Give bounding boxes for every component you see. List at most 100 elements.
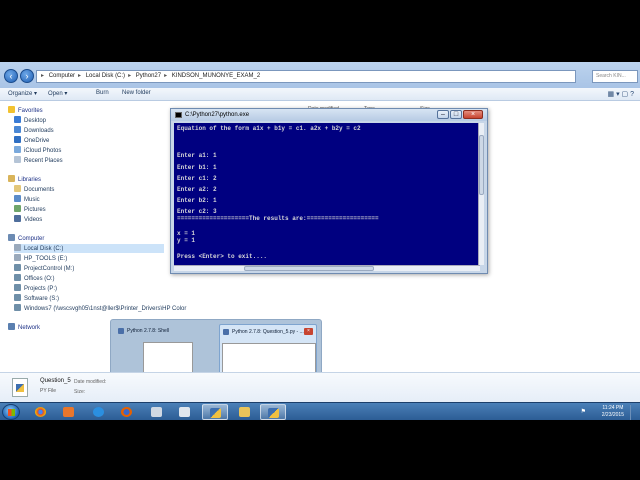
network-drive-icon (14, 304, 21, 311)
thumbnail-title: Python 2.7.8: Shell (127, 328, 169, 334)
console-line: Enter c1: 2 (177, 175, 217, 182)
burn-button[interactable]: Burn (96, 90, 109, 96)
taskbar-chrome[interactable] (28, 404, 54, 420)
nav-label: OneDrive (24, 138, 50, 144)
taskbar-internet-explorer[interactable] (86, 404, 112, 420)
nav-item-software[interactable]: Software (S:) (14, 294, 59, 303)
nav-libraries[interactable]: Libraries (8, 175, 41, 184)
nav-item-music[interactable]: Music (14, 195, 40, 204)
network-drive-icon (14, 294, 21, 301)
taskbar-python-console[interactable] (260, 404, 286, 420)
nav-label: Projects (P:) (24, 286, 58, 292)
drive-icon (14, 244, 21, 251)
clock[interactable]: 11:24 PM 2/23/2015 (602, 405, 624, 419)
nav-item-documents[interactable]: Documents (14, 185, 54, 194)
nav-label: HP_TOOLS (E:) (24, 256, 68, 262)
nav-item-hp-tools[interactable]: HP_TOOLS (E:) (14, 254, 67, 263)
nav-label: Pictures (24, 207, 46, 213)
breadcrumb-separator: ▸ (164, 73, 168, 79)
minimize-icon[interactable]: – (437, 110, 449, 119)
selected-file-name: Question_5 (40, 378, 71, 384)
taskbar-app-generic[interactable] (172, 404, 198, 420)
nav-label: Local Disk (C:) (24, 246, 64, 252)
nav-item-icloud[interactable]: iCloud Photos (14, 146, 61, 155)
taskbar-media-player[interactable] (56, 404, 82, 420)
back-icon[interactable]: ‹ (4, 69, 18, 83)
nav-favorites[interactable]: Favorites (8, 106, 43, 115)
python-console-window[interactable]: C:\Python27\python.exe – □ × Equation of t… (170, 108, 488, 274)
nav-item-desktop[interactable]: Desktop (14, 116, 46, 125)
breadcrumb-exam-folder[interactable]: KINDSON_MUNONYE_EXAM_2 (172, 71, 260, 82)
close-icon[interactable]: × (463, 110, 483, 119)
console-output[interactable]: Equation of the form a1x + b1y = c1. a2x… (174, 123, 480, 265)
tray-flag-icon[interactable]: ⚑ (581, 408, 586, 415)
star-icon (8, 106, 15, 113)
open-button[interactable]: Open ▾ (48, 90, 67, 97)
nav-label: Videos (24, 217, 43, 223)
window-controls: – □ × (436, 110, 483, 119)
breadcrumb-computer[interactable]: Computer (49, 71, 75, 82)
computer-icon (8, 234, 15, 241)
organize-button[interactable]: Organize ▾ (8, 90, 37, 97)
nav-item-projects[interactable]: Projects (P:) (14, 284, 57, 293)
app-icon (179, 407, 190, 417)
nav-label: Favorites (18, 108, 43, 114)
cloud-icon (14, 136, 21, 143)
folder-icon: ▸ (41, 73, 45, 79)
scroll-thumb[interactable] (479, 135, 484, 195)
taskbar: ⚑ 11:24 PM 2/23/2015 (0, 402, 640, 420)
nav-network[interactable]: Network (8, 323, 40, 332)
search-input[interactable]: Search KIN... (592, 70, 638, 83)
view-options-icon[interactable]: ▦ ▾ ▢ ? (608, 90, 634, 98)
nav-label: Network (18, 325, 41, 331)
nav-label: Desktop (24, 118, 47, 124)
nav-item-local-disk[interactable]: Local Disk (C:) (14, 244, 164, 253)
folder-icon (239, 407, 250, 417)
clock-date: 2/23/2015 (601, 412, 624, 418)
nav-item-videos[interactable]: Videos (14, 215, 42, 224)
nav-label: Windows7 (\\wscsvgh05\1nst@ller$\Printer… (24, 306, 187, 312)
nav-item-onedrive[interactable]: OneDrive (14, 136, 49, 145)
nav-label: Libraries (18, 177, 42, 183)
console-line: Enter a2: 2 (177, 186, 217, 193)
taskbar-python-idle[interactable] (202, 404, 228, 420)
nav-item-windows7[interactable]: Windows7 (\\wscsvgh05\1nst@ller$\Printer… (14, 304, 186, 313)
vertical-scrollbar[interactable] (478, 123, 484, 265)
nav-item-downloads[interactable]: Downloads (14, 126, 54, 135)
python-icon (118, 328, 124, 334)
desktop-icon (14, 116, 21, 123)
show-desktop-button[interactable] (630, 405, 636, 420)
documents-icon (14, 185, 21, 192)
scroll-thumb[interactable] (244, 266, 374, 271)
nav-item-offices[interactable]: Offices (O:) (14, 274, 55, 283)
nav-label: Computer (18, 236, 45, 242)
taskbar-firefox[interactable] (114, 404, 140, 420)
music-icon (14, 195, 21, 202)
python-icon (268, 408, 279, 418)
new-folder-button[interactable]: New folder (122, 90, 151, 96)
breadcrumb-python27[interactable]: Python27 (136, 71, 161, 82)
mouse-cursor-icon (263, 354, 268, 363)
console-line: Enter b1: 1 (177, 164, 217, 171)
close-icon[interactable]: × (304, 328, 313, 335)
nav-label: Offices (O:) (24, 276, 55, 282)
maximize-icon[interactable]: □ (450, 110, 462, 119)
nav-item-recent[interactable]: Recent Places (14, 156, 63, 165)
taskbar-explorer[interactable] (232, 404, 258, 420)
python-icon (223, 329, 229, 335)
horizontal-scrollbar[interactable] (174, 265, 480, 271)
taskbar-app-window[interactable] (144, 404, 170, 420)
python-file-icon (12, 378, 28, 397)
forward-icon[interactable]: › (20, 69, 34, 83)
breadcrumb-local-disk[interactable]: Local Disk (C:) (86, 71, 125, 82)
address-bar[interactable]: ▸ Computer ▸ Local Disk (C:) ▸ Python27 ▸ K… (36, 70, 576, 83)
command-bar: Organize ▾ Open ▾ Burn New folder ▦ ▾ ▢ … (0, 88, 640, 101)
thumbnail-title: Python 2.7.8: Question_5.py - ... (232, 329, 304, 335)
nav-item-pictures[interactable]: Pictures (14, 205, 46, 214)
nav-item-projectcontrol[interactable]: ProjectControl (M:) (14, 264, 74, 273)
start-button[interactable] (2, 404, 20, 420)
console-line: Press <Enter> to exit.... (177, 253, 268, 260)
console-titlebar[interactable]: C:\Python27\python.exe – □ × (171, 109, 487, 121)
recent-places-icon (14, 156, 21, 163)
nav-computer[interactable]: Computer (8, 234, 44, 243)
